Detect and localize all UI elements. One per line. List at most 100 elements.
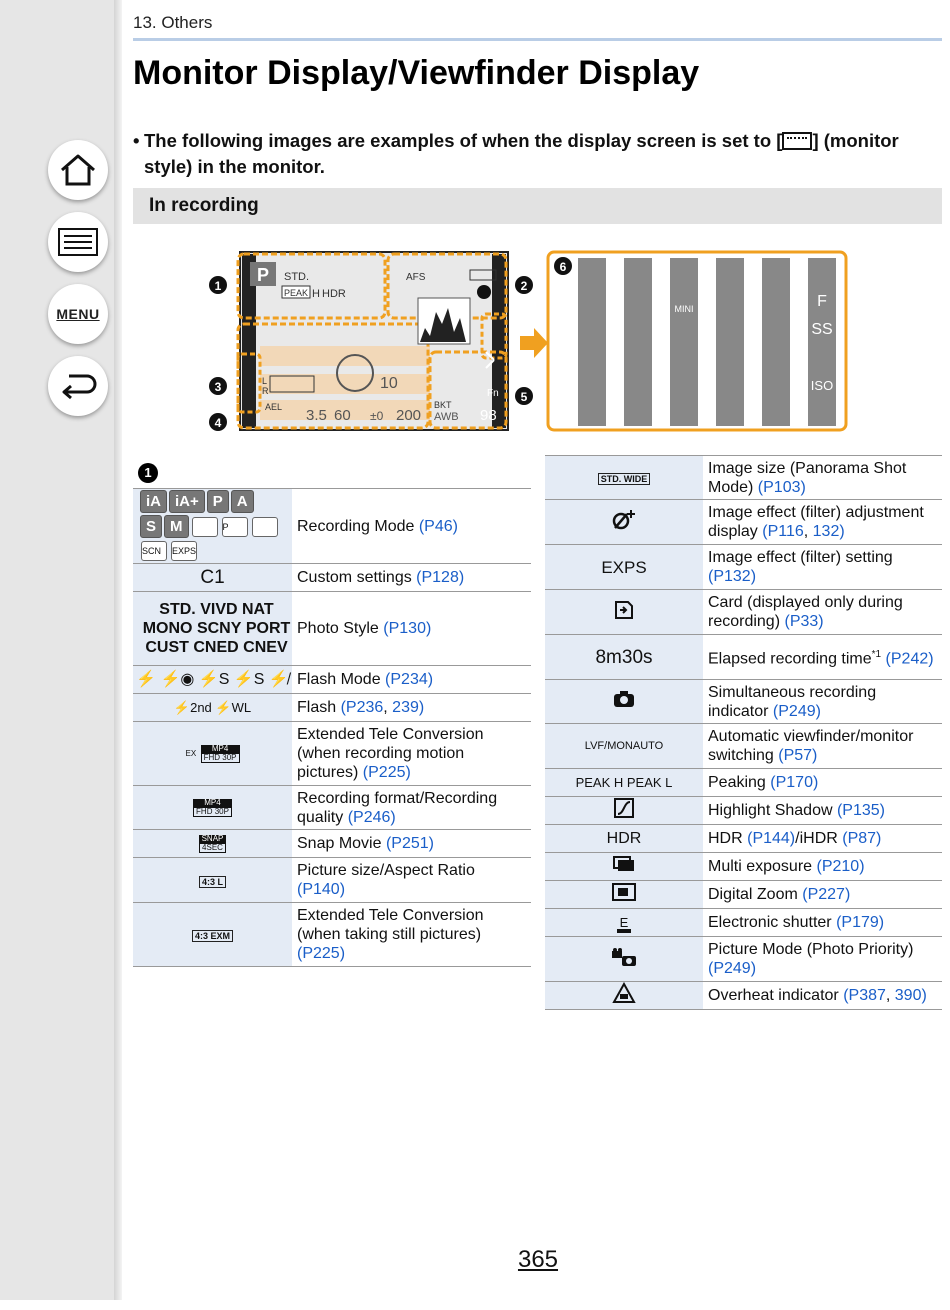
link-p46[interactable]: (P46) bbox=[419, 518, 458, 535]
link-p210[interactable]: (P210) bbox=[817, 858, 865, 875]
peak-h-text: H bbox=[312, 288, 320, 300]
link-p130[interactable]: (P130) bbox=[383, 620, 431, 637]
link-p227[interactable]: (P227) bbox=[802, 886, 850, 903]
sidebar bbox=[0, 0, 120, 1300]
peak-text: PEAK bbox=[284, 288, 308, 298]
left-table-heading: 1 bbox=[133, 460, 531, 489]
custom-settings-icon: C1 bbox=[133, 563, 292, 592]
link-p132[interactable]: (P132) bbox=[708, 568, 756, 585]
photo-style-icons: STD. VIVD NAT MONO SCNY PORT CUST CNED C… bbox=[133, 591, 292, 666]
exps-icon: EXPS bbox=[545, 544, 703, 590]
section-header: In recording bbox=[133, 188, 942, 224]
mode-text: P bbox=[257, 265, 269, 285]
left-table: iA iA+ P A SMP SCN EXPS Recording Mode (P46)… bbox=[133, 489, 531, 967]
rec-format-icon: MP4 FHD 30P bbox=[133, 785, 292, 830]
bullet-dot: • bbox=[133, 130, 140, 151]
link-p246[interactable]: (P246) bbox=[348, 809, 396, 826]
link-p236[interactable]: (P236 bbox=[341, 699, 384, 716]
home-icon bbox=[61, 154, 95, 186]
section-title: In recording bbox=[149, 195, 259, 216]
link-p249[interactable]: (P249) bbox=[708, 960, 756, 977]
table-row: Highlight Shadow (P135) bbox=[545, 796, 942, 825]
link-p144[interactable]: (P144) bbox=[747, 830, 795, 847]
panorama-size-icons: STD. WIDE bbox=[545, 455, 703, 500]
home-button[interactable] bbox=[48, 140, 108, 200]
table-row: PEAK H PEAK L Peaking (P170) bbox=[545, 768, 942, 797]
highlight-band-2 bbox=[260, 374, 430, 394]
camera-icon bbox=[545, 679, 703, 724]
electronic-shutter-icon: E bbox=[545, 908, 703, 937]
link-p170[interactable]: (P170) bbox=[770, 774, 818, 791]
link-p87[interactable]: (P87) bbox=[842, 830, 881, 847]
table-row: iA iA+ P A SMP SCN EXPS Recording Mode (P46) bbox=[133, 489, 531, 564]
link-p135[interactable]: (P135) bbox=[837, 802, 885, 819]
table-row: SNAP 4SEC Snap Movie (P251) bbox=[133, 829, 531, 858]
back-button[interactable] bbox=[48, 356, 108, 416]
table-row: STD. VIVD NAT MONO SCNY PORT CUST CNED C… bbox=[133, 591, 531, 666]
svg-text:6: 6 bbox=[560, 260, 567, 274]
link-p103[interactable]: (P103) bbox=[758, 479, 806, 496]
ext-tele-still-icon: 4:3 EXM bbox=[133, 902, 292, 967]
chapter-label: 13. Others bbox=[133, 13, 213, 32]
style-text: STD. bbox=[284, 271, 309, 283]
peaking-icons: PEAK H PEAK L bbox=[545, 768, 703, 797]
table-row: C1 Custom settings (P128) bbox=[133, 563, 531, 592]
svg-text:4: 4 bbox=[215, 416, 222, 430]
flash-mode-icons: ⚡ ⚡◉ ⚡S ⚡S ⚡̸ bbox=[133, 665, 292, 694]
tab-iso-text: ISO bbox=[811, 378, 833, 393]
table-row: E Electronic shutter (P179) bbox=[545, 908, 942, 937]
table-row: Multi exposure (P210) bbox=[545, 852, 942, 881]
recording-mode-desc: Recording Mode (P46) bbox=[297, 517, 458, 535]
overheat-icon bbox=[545, 981, 703, 1010]
afs-text: AFS bbox=[406, 272, 426, 283]
link-p179[interactable]: (P179) bbox=[836, 914, 884, 931]
link-p33[interactable]: (P33) bbox=[784, 613, 823, 630]
link-p57[interactable]: (P57) bbox=[778, 747, 817, 764]
page-title: Monitor Display/Viewfinder Display bbox=[133, 54, 700, 92]
link-p242[interactable]: (P242) bbox=[886, 651, 934, 668]
photo-priority-icon bbox=[545, 936, 703, 982]
table-row: 8m30s Elapsed recording time*1 (P242) bbox=[545, 634, 942, 680]
marker-1-heading: 1 bbox=[138, 463, 158, 483]
link-p387[interactable]: (P387 bbox=[843, 987, 886, 1004]
table-row: 4:3 EXM Extended Tele Conversion (when t… bbox=[133, 902, 531, 967]
link-p116[interactable]: (P116 bbox=[762, 523, 804, 540]
table-row: LVF/MONAUTO Automatic viewfinder/monitor… bbox=[545, 723, 942, 769]
link-p234[interactable]: (P234) bbox=[385, 671, 433, 688]
svg-text:5: 5 bbox=[521, 390, 528, 404]
link-p132a[interactable]: 132) bbox=[813, 523, 845, 540]
ev-text: ±0 bbox=[370, 409, 384, 423]
l-text: L bbox=[262, 376, 267, 386]
link-p128[interactable]: (P128) bbox=[416, 569, 464, 586]
right-table: STD. WIDE Image size (Panorama Shot Mode… bbox=[545, 455, 942, 1010]
link-p225-movie[interactable]: (P225) bbox=[363, 764, 411, 781]
arrow-right-icon bbox=[520, 328, 548, 358]
filter-adjust-icon bbox=[545, 499, 703, 545]
link-p239[interactable]: 239) bbox=[392, 699, 424, 716]
link-p251[interactable]: (P251) bbox=[386, 835, 434, 852]
contents-button[interactable] bbox=[48, 212, 108, 272]
table-row: MP4 FHD 30P Recording format/Recording qu… bbox=[133, 785, 531, 830]
link-p225-still[interactable]: (P225) bbox=[297, 945, 345, 962]
ael-text: AEL bbox=[265, 402, 282, 412]
table-row: 4:3 L Picture size/Aspect Ratio (P140) bbox=[133, 857, 531, 903]
menu-button[interactable]: MENU bbox=[48, 284, 108, 344]
awb-text: AWB bbox=[434, 411, 459, 423]
shutter-text: 60 bbox=[334, 407, 351, 424]
shots-text: 98 bbox=[480, 407, 497, 424]
ext-tele-movie-icon: EX MP4 FHD 30P bbox=[133, 721, 292, 786]
hdr-icon: HDR bbox=[545, 824, 703, 853]
aperture-text: 3.5 bbox=[306, 407, 327, 424]
display-diagram: P STD. PEAK H HDR AFS 10 AEL 3.5 60 ±0 2… bbox=[209, 250, 848, 432]
elapsed-time-icon: 8m30s bbox=[545, 634, 703, 680]
intro-text-before: The following images are examples of whe… bbox=[144, 130, 783, 151]
link-p390[interactable]: 390) bbox=[895, 987, 927, 1004]
link-p140[interactable]: (P140) bbox=[297, 881, 345, 898]
link-p249a[interactable]: (P249) bbox=[773, 703, 821, 720]
lvf-mon-icon: LVF/MONAUTO bbox=[545, 723, 703, 769]
table-row: Digital Zoom (P227) bbox=[545, 880, 942, 909]
svg-text:2: 2 bbox=[521, 279, 528, 293]
iso-text: 200 bbox=[396, 407, 421, 424]
header-rule bbox=[133, 38, 942, 41]
r-text: R bbox=[262, 386, 269, 396]
